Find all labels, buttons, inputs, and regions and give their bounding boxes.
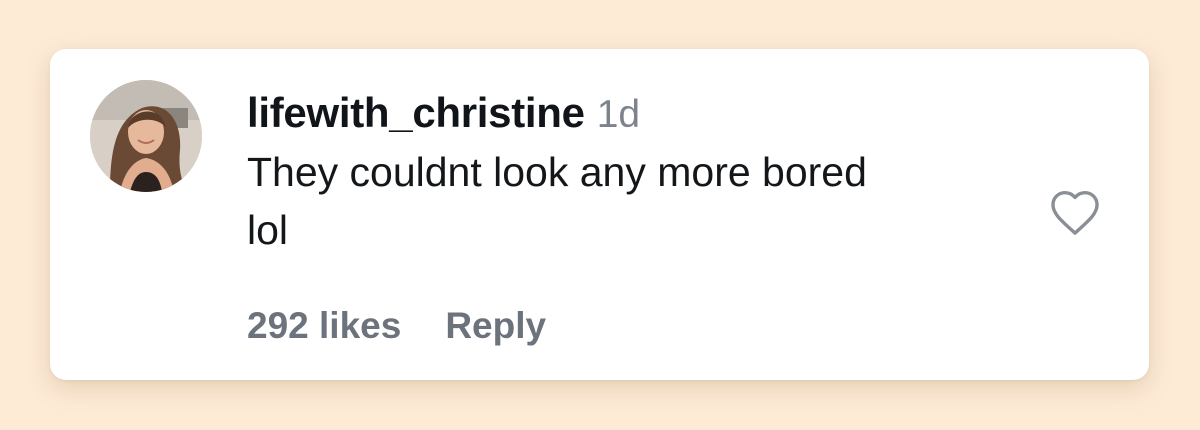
comment-text: They couldnt look any more bored lol [247, 149, 867, 253]
heart-outline-icon [1051, 190, 1099, 235]
comment-actions: 292 likes Reply [247, 305, 546, 347]
avatar[interactable] [90, 80, 202, 192]
comment-card: lifewith_christine 1d They couldnt look … [50, 49, 1149, 380]
likes-count-button[interactable]: 292 likes [247, 305, 401, 347]
comment-body: lifewith_christine 1d They couldnt look … [247, 87, 1007, 259]
reply-button[interactable]: Reply [445, 305, 546, 347]
comment-header: lifewith_christine 1d [247, 87, 1007, 141]
username-link[interactable]: lifewith_christine [247, 87, 585, 139]
timestamp[interactable]: 1d [597, 89, 640, 141]
avatar-photo [90, 80, 202, 192]
like-button[interactable] [1045, 185, 1105, 239]
